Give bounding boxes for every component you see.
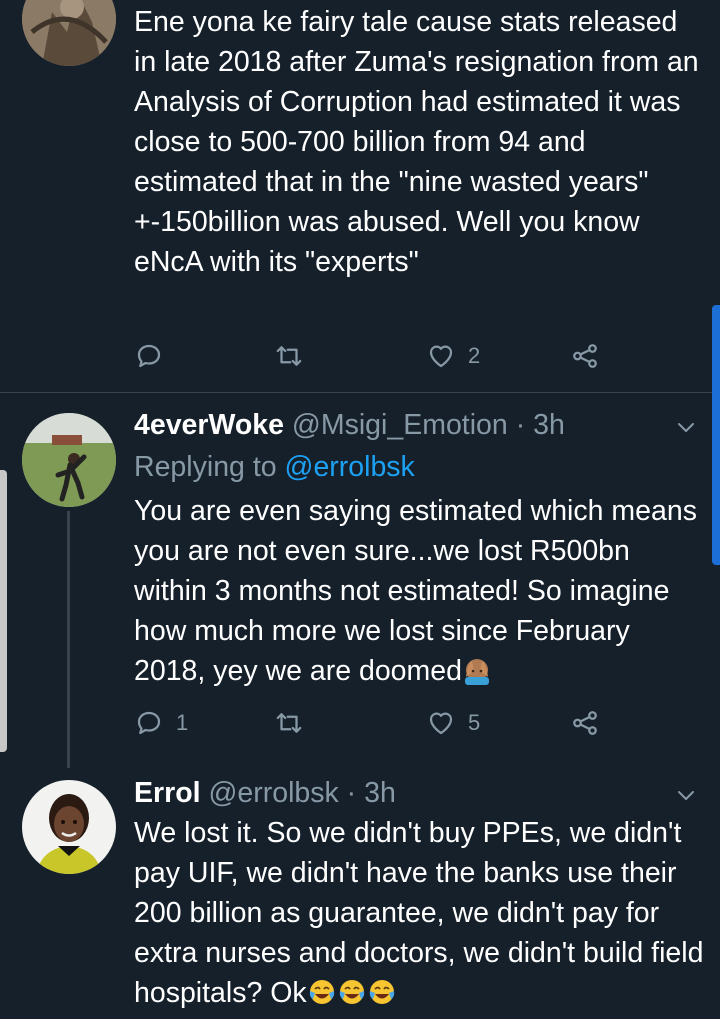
tweet-1[interactable]: Ene yona ke fairy tale cause stats relea… [0, 0, 720, 392]
tweet-header: 4everWoke @Msigi_Emotion · 3h [134, 405, 565, 445]
thread-line [67, 511, 70, 768]
share-icon [573, 344, 597, 368]
laughing-crying-emoji [339, 980, 364, 1004]
avatar[interactable] [22, 0, 116, 66]
share-icon [573, 711, 597, 735]
tweet-text: Ene yona ke fairy tale cause stats relea… [134, 6, 706, 278]
retweet-icon [276, 346, 302, 366]
tweet-2[interactable]: 4everWoke @Msigi_Emotion · 3h Replying t… [0, 393, 720, 768]
user-handle[interactable]: @errolbsk [208, 777, 338, 809]
retweet-button[interactable] [274, 703, 304, 743]
avatar[interactable] [22, 780, 116, 874]
share-button[interactable] [570, 703, 600, 743]
tweet-text-content: We lost it. So we didn't buy PPEs, we di… [134, 817, 712, 1009]
laughing-crying-emoji [369, 980, 394, 1004]
like-icon [429, 345, 453, 368]
like-count: 2 [468, 343, 481, 368]
like-count: 5 [468, 710, 481, 735]
like-icon [429, 712, 453, 735]
like-button[interactable]: 5 [426, 703, 480, 743]
laughing-crying-emoji [309, 980, 334, 1004]
tweet-text: You are even saying estimated which mean… [134, 491, 704, 691]
separator-dot: · [346, 777, 357, 809]
mention-link[interactable]: @errolbsk [285, 451, 415, 483]
tweet-3[interactable]: Errol @errolbsk · 3h We lost it. So we d… [0, 768, 720, 1019]
replying-to: Replying to @errolbsk [134, 447, 415, 487]
scrollbar[interactable] [712, 305, 720, 565]
chevron-down-icon[interactable] [674, 783, 698, 807]
reply-button[interactable] [134, 336, 164, 376]
like-button[interactable]: 2 [426, 336, 480, 376]
tweet-text-content: You are even saying estimated which mean… [134, 495, 705, 687]
display-name[interactable]: Errol [134, 777, 201, 809]
tweet-actions: 2 [134, 336, 614, 376]
retweet-icon [276, 713, 302, 733]
reply-button[interactable]: 1 [134, 703, 188, 743]
display-name[interactable]: 4everWoke [134, 409, 284, 441]
timestamp[interactable]: 3h [364, 777, 396, 809]
timestamp[interactable]: 3h [533, 409, 565, 441]
reply-icon [137, 344, 161, 368]
tweet-actions: 1 5 [134, 703, 614, 743]
tweet-header: Errol @errolbsk · 3h [134, 773, 396, 813]
share-button[interactable] [570, 336, 600, 376]
reply-icon [137, 711, 161, 735]
chevron-down-icon[interactable] [674, 415, 698, 439]
reply-count: 1 [176, 710, 189, 735]
retweet-button[interactable] [274, 336, 304, 376]
separator-dot: · [515, 409, 526, 441]
tweet-text: We lost it. So we didn't buy PPEs, we di… [134, 813, 704, 1013]
user-handle[interactable]: @Msigi_Emotion [292, 409, 508, 441]
replying-prefix: Replying to [134, 451, 285, 483]
avatar[interactable] [22, 413, 116, 507]
left-edge-handle[interactable] [0, 470, 7, 752]
facepalm-emoji [464, 659, 489, 685]
